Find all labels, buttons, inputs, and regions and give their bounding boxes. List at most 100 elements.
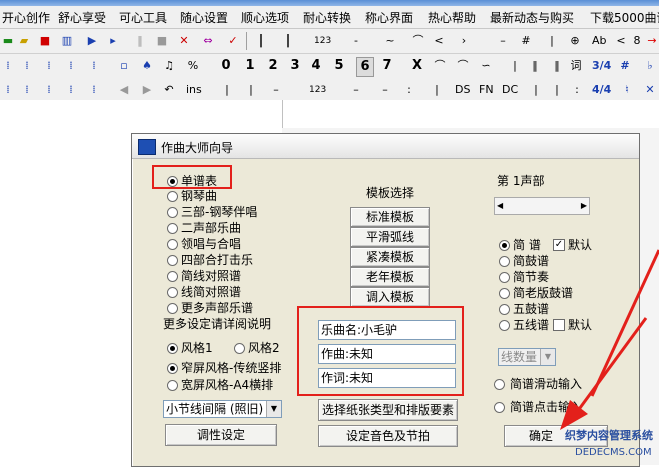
- menu-item-tools[interactable]: 可心工具: [119, 9, 167, 26]
- toolbar-dash-2[interactable]: –: [269, 81, 283, 99]
- chevron-right-icon[interactable]: ›: [457, 32, 471, 50]
- percent-icon[interactable]: %: [186, 57, 200, 75]
- stop-icon[interactable]: ■: [38, 32, 52, 50]
- toolbar-dash[interactable]: -: [349, 32, 363, 50]
- radio-more-parts[interactable]: [167, 303, 178, 314]
- save-icon[interactable]: ▬: [1, 32, 15, 50]
- menu-item-help[interactable]: 热心帮助: [428, 9, 476, 26]
- staff-icon-10[interactable]: ⁞: [87, 81, 101, 99]
- toolbar-minus[interactable]: –: [496, 32, 510, 50]
- radio-three-part[interactable]: [167, 207, 178, 218]
- toolbar-bar-5[interactable]: |: [244, 81, 258, 99]
- play-from-icon[interactable]: ▸: [106, 32, 120, 50]
- clef-icon[interactable]: ♠: [140, 57, 154, 75]
- menu-item-settings[interactable]: 随心设置: [180, 9, 228, 26]
- menu-item-create[interactable]: 开心创作: [2, 9, 50, 26]
- toolbar-8[interactable]: 8: [630, 32, 644, 50]
- timbre-meter-button[interactable]: 设定音色及节拍: [318, 425, 458, 447]
- staff-icon-2[interactable]: ⁞: [20, 57, 34, 75]
- check-icon[interactable]: ✓: [226, 32, 240, 50]
- piano-keys-icon[interactable]: ▥: [60, 32, 74, 50]
- radio-staff[interactable]: [499, 320, 510, 331]
- toolbar-less[interactable]: <: [432, 32, 446, 50]
- slur-icon[interactable]: ⌒: [456, 57, 470, 75]
- note-2[interactable]: 2: [266, 57, 280, 75]
- note-0[interactable]: 0: [219, 57, 233, 75]
- voice-scrollbar[interactable]: ◀ ▶: [494, 197, 590, 215]
- toolbar-dc[interactable]: DC: [502, 81, 518, 99]
- radio-old-drum[interactable]: [499, 288, 510, 299]
- arrow-right-grey-icon[interactable]: ▶: [140, 81, 154, 99]
- toolbar-bar-6[interactable]: |: [430, 81, 444, 99]
- chevron-down-icon[interactable]: ▼: [266, 401, 281, 417]
- note-3[interactable]: 3: [288, 57, 302, 75]
- link-icon[interactable]: ⇔: [201, 32, 215, 50]
- toolbar-bar-7[interactable]: |: [529, 81, 543, 99]
- note-1[interactable]: 1: [243, 57, 257, 75]
- eighth-note-icon[interactable]: ♫: [162, 57, 176, 75]
- toolbar-x[interactable]: X: [410, 57, 424, 75]
- toolbar-tilde[interactable]: ~: [383, 32, 397, 50]
- staff-icon-8[interactable]: ⁞: [42, 81, 56, 99]
- chevron-down-icon-2[interactable]: ▼: [540, 349, 555, 365]
- toolbar-colon-2[interactable]: :: [570, 81, 584, 99]
- crosshair-icon[interactable]: ⊕: [568, 32, 582, 50]
- natural-icon[interactable]: ♮: [620, 81, 634, 99]
- box-icon[interactable]: ▫: [117, 57, 131, 75]
- flat-icon[interactable]: ♭: [643, 57, 657, 75]
- toolbar-dash-4[interactable]: –: [378, 81, 392, 99]
- toolbar-123[interactable]: 123: [314, 32, 331, 50]
- menu-item-options[interactable]: 顺心选项: [241, 9, 289, 26]
- radio-xianjian[interactable]: [167, 287, 178, 298]
- template-smooth-button[interactable]: 平滑弧线: [350, 227, 430, 247]
- radio-lead-chorus[interactable]: [167, 239, 178, 250]
- stop-play-icon[interactable]: ■: [155, 32, 169, 50]
- toolbar-colon[interactable]: :: [402, 81, 416, 99]
- radio-style1[interactable]: [167, 343, 178, 354]
- delete-icon[interactable]: ✕: [177, 32, 191, 50]
- radio-five-drum[interactable]: [499, 304, 510, 315]
- spacing-select[interactable]: 小节线间隔 (照旧) ▼: [163, 400, 282, 418]
- time-signature-34[interactable]: 3/4: [592, 57, 611, 75]
- line-count-select[interactable]: 线数量 ▼: [498, 348, 556, 366]
- paper-layout-button[interactable]: 选择纸张类型和排版要素: [318, 399, 458, 421]
- template-load-button[interactable]: 调入模板: [350, 287, 430, 307]
- toolbar-bar-1[interactable]: |: [254, 32, 268, 50]
- turn-icon[interactable]: ∽: [479, 57, 493, 75]
- menu-item-interface[interactable]: 称心界面: [365, 9, 413, 26]
- radio-wide[interactable]: [167, 380, 178, 391]
- note-7[interactable]: 7: [380, 57, 394, 75]
- radio-two-part[interactable]: [167, 223, 178, 234]
- barline-icon[interactable]: |: [508, 57, 522, 75]
- radio-narrow[interactable]: [167, 363, 178, 374]
- fermata-icon[interactable]: ⌒: [411, 32, 425, 50]
- checkbox-default-1[interactable]: ✓: [553, 239, 565, 251]
- template-compact-button[interactable]: 紧凑模板: [350, 247, 430, 267]
- sharp-button[interactable]: #: [618, 57, 632, 75]
- menu-item-convert[interactable]: 耐心转换: [303, 9, 351, 26]
- tie-icon[interactable]: ⌒: [433, 57, 447, 75]
- toolbar-sharp[interactable]: #: [519, 32, 533, 50]
- radio-four-part[interactable]: [167, 255, 178, 266]
- undo-icon[interactable]: ↶: [162, 81, 176, 99]
- scroll-right-icon[interactable]: ▶: [581, 198, 587, 214]
- double-barline-icon[interactable]: ‖: [528, 57, 542, 75]
- pause-icon[interactable]: ‖: [133, 32, 147, 50]
- template-elderly-button[interactable]: 老年模板: [350, 267, 430, 287]
- play-icon[interactable]: ▶: [85, 32, 99, 50]
- staff-icon-9[interactable]: ⁞: [64, 81, 78, 99]
- note-5[interactable]: 5: [332, 57, 346, 75]
- toolbar-ins[interactable]: ins: [186, 81, 202, 99]
- toolbar-bar-8[interactable]: |: [550, 81, 564, 99]
- staff-icon-4[interactable]: ⁞: [64, 57, 78, 75]
- toolbar-ab[interactable]: Ab: [592, 32, 607, 50]
- menu-item-download[interactable]: 下载5000曲谱: [590, 9, 659, 26]
- radio-style2[interactable]: [234, 343, 245, 354]
- staff-icon-3[interactable]: ⁞: [42, 57, 56, 75]
- toolbar-bar-4[interactable]: |: [220, 81, 234, 99]
- end-barline-icon[interactable]: ‖: [550, 57, 564, 75]
- staff-icon-7[interactable]: ⁞: [20, 81, 34, 99]
- arrow-right-icon[interactable]: →: [645, 32, 659, 50]
- note-4[interactable]: 4: [309, 57, 323, 75]
- toolbar-lyric[interactable]: 词: [569, 57, 583, 75]
